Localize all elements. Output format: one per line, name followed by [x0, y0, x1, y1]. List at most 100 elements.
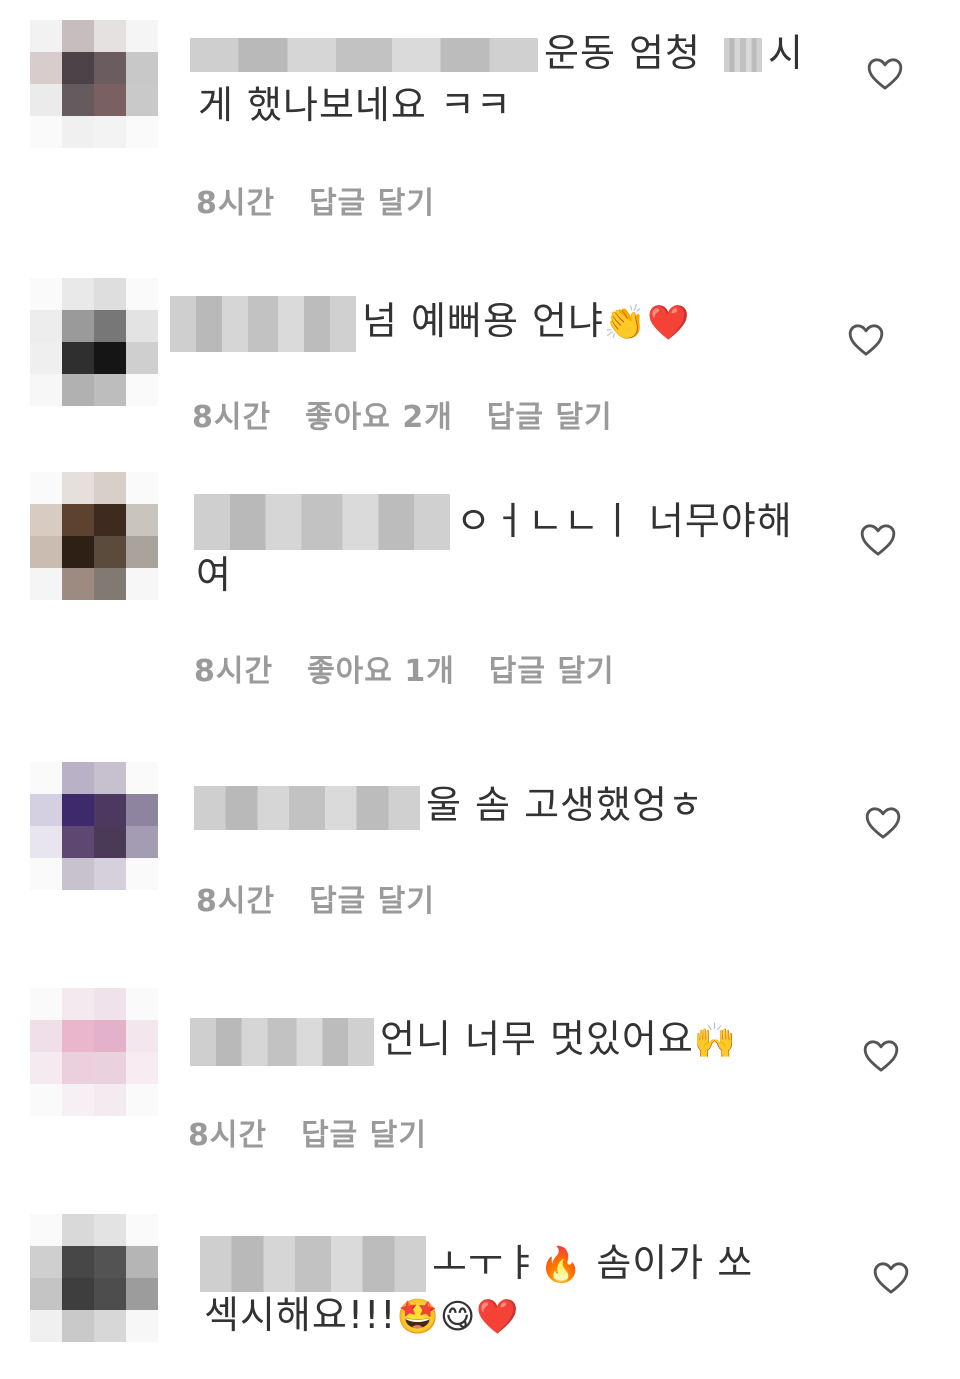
avatar-pixel: [94, 988, 126, 1020]
avatar-pixel: [126, 1020, 158, 1052]
avatar-pixel: [62, 1084, 94, 1116]
avatar-pixel: [30, 504, 62, 536]
avatar-pixel: [62, 536, 94, 568]
comment-time: 8시간: [196, 884, 276, 919]
avatar-pixel: [94, 472, 126, 504]
comment-likes[interactable]: 좋아요 1개: [307, 654, 455, 689]
avatar-pixel: [126, 1278, 158, 1310]
avatar-pixel: [30, 988, 62, 1020]
avatar-pixel: [30, 826, 62, 858]
avatar-pixel: [30, 858, 62, 890]
avatar-pixel: [126, 826, 158, 858]
avatar[interactable]: [30, 20, 158, 148]
avatar-pixel: [94, 278, 126, 310]
redacted-username[interactable]: [194, 494, 450, 550]
avatar-pixel: [94, 794, 126, 826]
avatar-pixel: [30, 1052, 62, 1084]
comment-time: 8시간: [194, 654, 274, 689]
avatar-pixel: [126, 504, 158, 536]
avatar-pixel: [62, 84, 94, 116]
avatar-pixel: [94, 1246, 126, 1278]
comment-likes[interactable]: 좋아요 2개: [305, 400, 453, 435]
comment-meta: 8시간 답글 달기: [196, 876, 469, 920]
avatar-pixel: [62, 278, 94, 310]
comment-text: ㅗㅜㅑ🔥 솜이가 쏘: [200, 1236, 840, 1292]
avatar-pixel: [94, 310, 126, 342]
avatar-pixel: [30, 472, 62, 504]
comment-text-body: 넘 예뻐용 언냐: [362, 299, 604, 343]
avatar-pixel: [126, 278, 158, 310]
avatar-pixel: [62, 116, 94, 148]
avatar-pixel: [126, 1310, 158, 1342]
reply-button[interactable]: 답글 달기: [301, 1118, 427, 1153]
comment-text-line2-text: 섹시해요!!!: [204, 1293, 397, 1337]
reply-button[interactable]: 답글 달기: [487, 400, 613, 435]
avatar[interactable]: [30, 762, 158, 890]
avatar-pixel: [62, 1310, 94, 1342]
avatar-pixel: [126, 1052, 158, 1084]
emoji-raised-hands: 🙌: [693, 1021, 738, 1061]
heart-outline-icon[interactable]: [857, 520, 899, 560]
comment-text: 운동 엄청 시: [190, 28, 830, 78]
avatar-pixel: [30, 762, 62, 794]
redacted-username[interactable]: [200, 1236, 426, 1292]
avatar-pixel: [126, 20, 158, 52]
avatar[interactable]: [30, 472, 158, 600]
avatar-pixel: [126, 52, 158, 84]
heart-outline-icon[interactable]: [864, 54, 906, 94]
reply-button[interactable]: 답글 달기: [489, 654, 615, 689]
avatar-pixel: [62, 1278, 94, 1310]
avatar-pixel: [30, 1278, 62, 1310]
redacted-username[interactable]: [190, 38, 538, 72]
avatar-pixel: [30, 278, 62, 310]
avatar-pixel: [126, 310, 158, 342]
avatar-pixel: [30, 1020, 62, 1052]
avatar-pixel: [94, 1278, 126, 1310]
avatar-pixel: [126, 116, 158, 148]
redacted-username[interactable]: [190, 1018, 374, 1066]
avatar-pixel: [94, 116, 126, 148]
avatar-pixel: [62, 342, 94, 374]
avatar-pixel: [62, 310, 94, 342]
avatar-pixel: [30, 342, 62, 374]
avatar-pixel: [94, 504, 126, 536]
avatar-pixel: [126, 988, 158, 1020]
avatar-pixel: [62, 1020, 94, 1052]
comment-text-line1: ㅇㅓㄴㄴㅣ 너무야해: [456, 499, 793, 543]
comment-text-line1: ㅗㅜㅑ: [432, 1241, 540, 1285]
heart-outline-icon[interactable]: [845, 320, 887, 360]
avatar-pixel: [30, 20, 62, 52]
avatar-pixel: [126, 84, 158, 116]
avatar-pixel: [62, 472, 94, 504]
comment-time: 8시간: [196, 186, 276, 221]
redacted-username[interactable]: [170, 296, 356, 352]
reply-button[interactable]: 답글 달기: [309, 884, 435, 919]
avatar-pixel: [62, 826, 94, 858]
avatar-pixel: [94, 1310, 126, 1342]
avatar-pixel: [94, 762, 126, 794]
avatar-pixel: [62, 52, 94, 84]
avatar-pixel: [30, 1084, 62, 1116]
avatar-pixel: [126, 794, 158, 826]
reply-button[interactable]: 답글 달기: [309, 186, 435, 221]
avatar-pixel: [94, 568, 126, 600]
avatar[interactable]: [30, 988, 158, 1116]
avatar-pixel: [62, 374, 94, 406]
comment-text: 넘 예뻐용 언냐👏❤️: [170, 296, 810, 352]
heart-outline-icon[interactable]: [870, 1258, 912, 1298]
comment-meta: 8시간 좋아요 2개 답글 달기: [192, 392, 647, 436]
comment-text: ㅇㅓㄴㄴㅣ 너무야해: [194, 494, 834, 550]
avatar-pixel: [62, 1246, 94, 1278]
avatar[interactable]: [30, 1214, 158, 1342]
avatar-pixel: [94, 1020, 126, 1052]
avatar-pixel: [62, 794, 94, 826]
avatar-pixel: [94, 1052, 126, 1084]
heart-outline-icon[interactable]: [860, 1036, 902, 1076]
redacted-word: [724, 38, 763, 72]
avatar-pixel: [126, 472, 158, 504]
redacted-username[interactable]: [194, 786, 420, 830]
avatar[interactable]: [30, 278, 158, 406]
avatar-pixel: [126, 342, 158, 374]
heart-outline-icon[interactable]: [862, 803, 904, 843]
avatar-pixel: [62, 504, 94, 536]
